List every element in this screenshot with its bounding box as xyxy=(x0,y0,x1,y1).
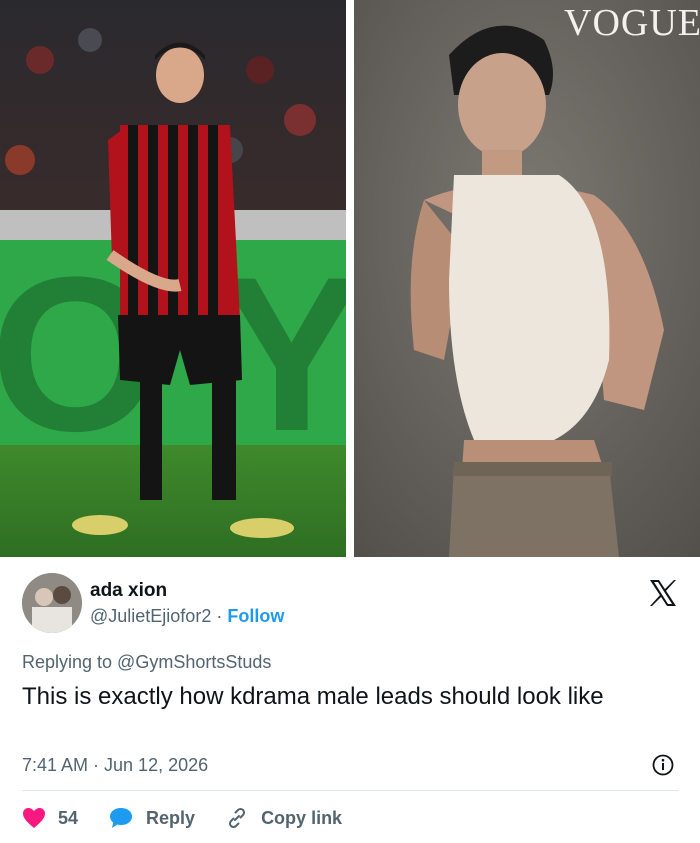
display-name[interactable]: ada xion xyxy=(90,580,167,602)
replying-to[interactable]: Replying to @GymShortsStuds xyxy=(22,652,271,673)
vogue-watermark: VOGUE xyxy=(564,2,700,44)
copy-link-button[interactable]: Copy link xyxy=(225,806,342,830)
reply-bubble-icon xyxy=(110,808,133,828)
divider xyxy=(22,790,678,791)
x-logo-icon[interactable] xyxy=(648,579,678,607)
copy-link-label: Copy link xyxy=(261,807,343,828)
follow-link[interactable]: Follow xyxy=(227,606,284,626)
tweet-text: This is exactly how kdrama male leads sh… xyxy=(22,683,604,710)
heart-icon xyxy=(23,808,45,828)
like-count: 54 xyxy=(58,807,79,828)
user-handle[interactable]: @JulietEjiofor2 xyxy=(90,606,211,626)
tweet-card: ada xion @JulietEjiofor2 · Follow Replyi… xyxy=(0,557,700,843)
like-button[interactable]: 54 xyxy=(22,807,78,829)
separator-dot: · xyxy=(216,606,223,626)
soccer-player-photo: O Y xyxy=(0,0,346,557)
reply-label: Reply xyxy=(146,807,196,828)
avatar[interactable] xyxy=(22,573,82,633)
photo-collage: O Y VOGUE xyxy=(0,0,700,557)
handle-line: @JulietEjiofor2 · Follow xyxy=(90,606,284,627)
timestamp[interactable]: 7:41 AM · Jun 12, 2026 xyxy=(22,755,208,776)
link-icon xyxy=(229,807,246,829)
reply-button[interactable]: Reply xyxy=(108,806,195,830)
magazine-portrait-photo: VOGUE xyxy=(354,0,700,557)
action-bar: 54 Reply Copy link xyxy=(22,806,372,830)
info-icon[interactable] xyxy=(652,754,674,776)
